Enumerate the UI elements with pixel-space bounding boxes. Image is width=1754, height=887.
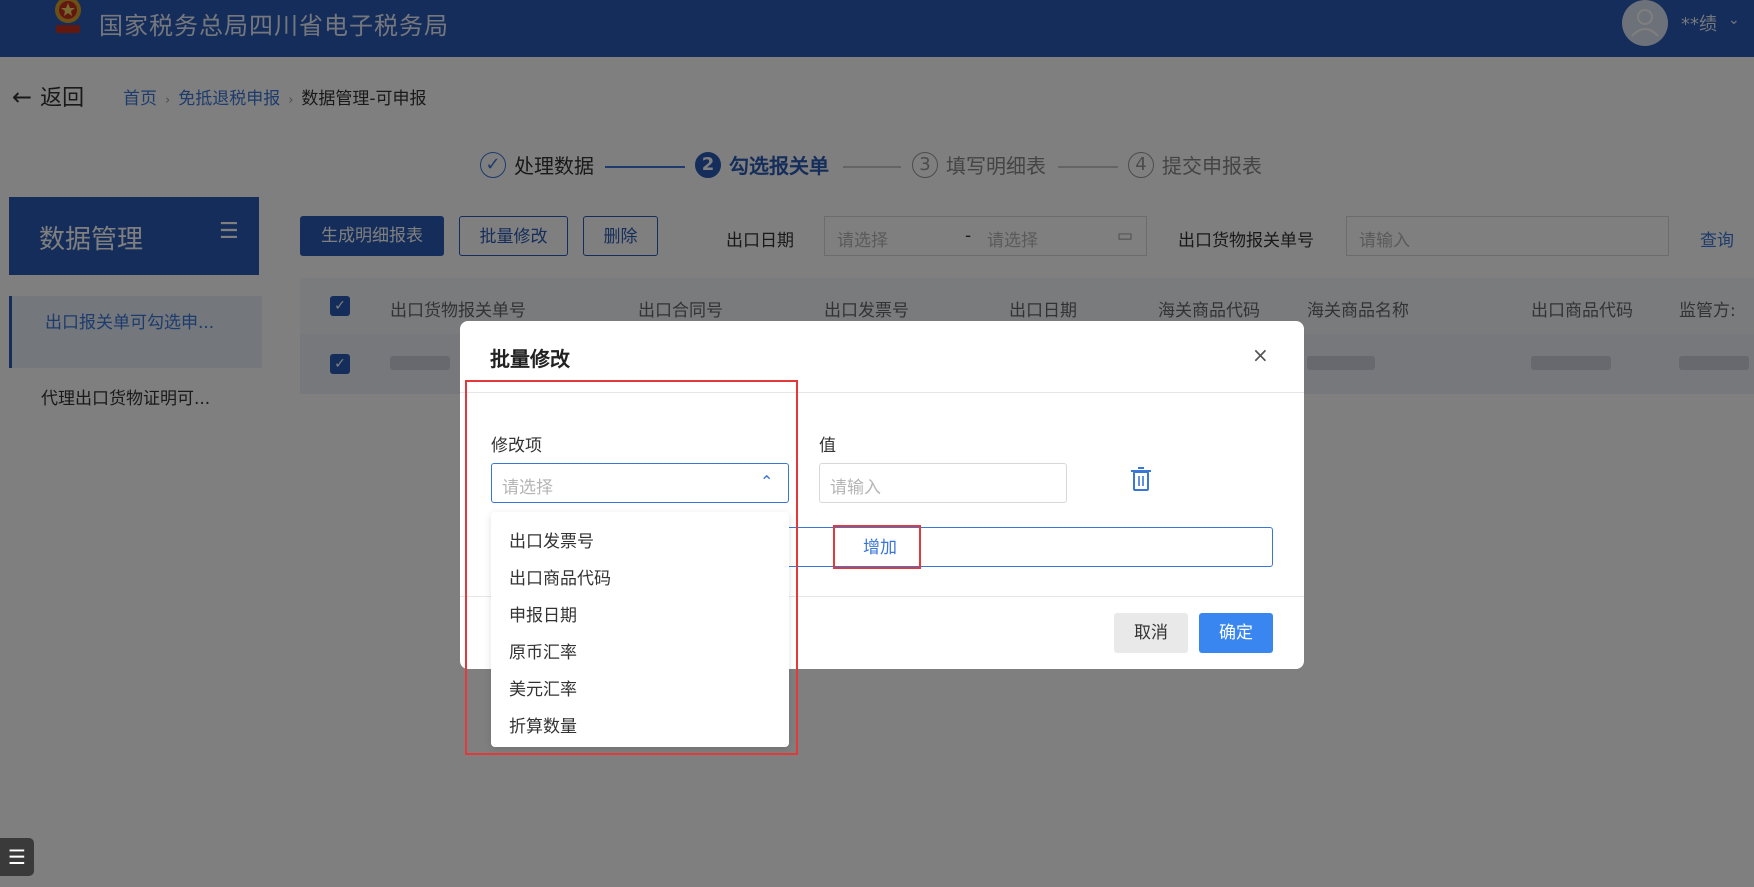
close-icon[interactable]: × [1252,343,1269,367]
cancel-button[interactable]: 取消 [1114,613,1188,653]
trash-icon[interactable] [1130,466,1152,492]
confirm-button[interactable]: 确定 [1199,613,1273,653]
highlight-box [833,525,921,569]
highlight-box [465,380,798,755]
value-input[interactable]: 请输入 [819,463,1067,503]
value-placeholder: 请输入 [830,478,881,498]
field-value-label: 值 [819,436,836,456]
list-icon[interactable]: ☰ [0,838,34,876]
dialog-title: 批量修改 [490,347,570,371]
